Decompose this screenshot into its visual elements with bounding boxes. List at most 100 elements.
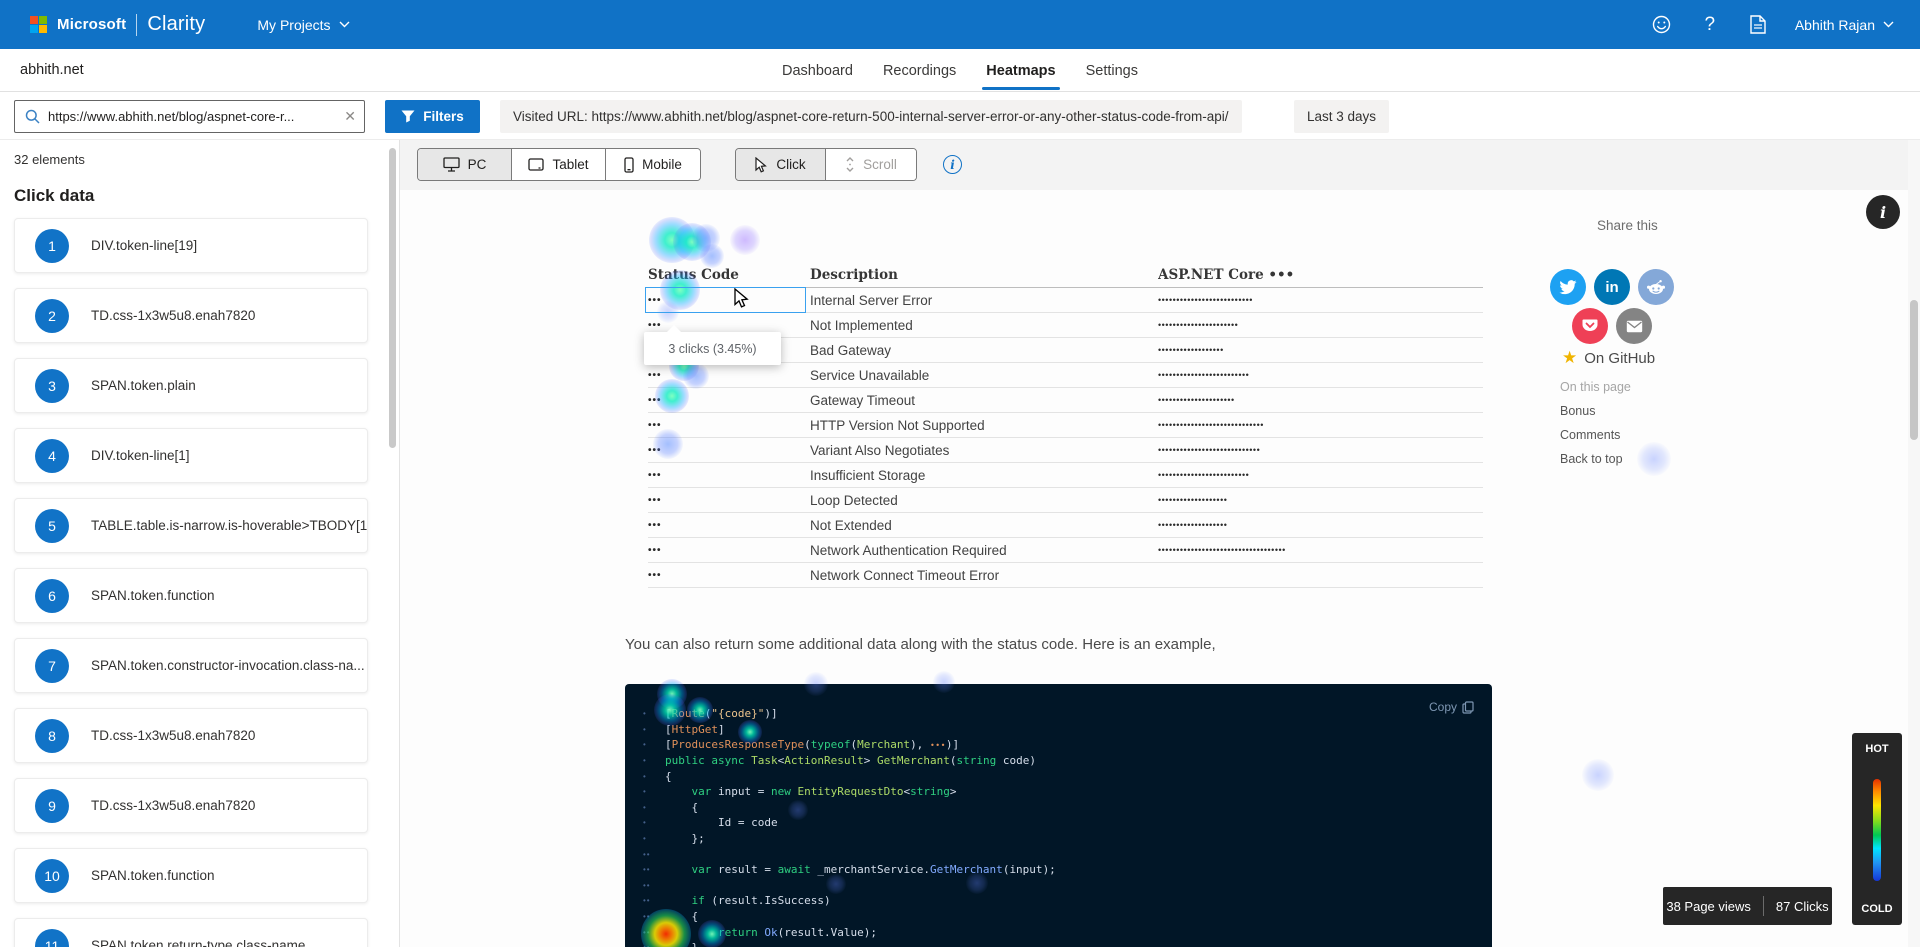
element-list-item[interactable]: 3SPAN.token.plain — [14, 358, 368, 413]
table-row[interactable]: •••Variant Also Negotiates••••••••••••••… — [648, 438, 1483, 463]
sidebar-scrollbar[interactable] — [389, 148, 396, 448]
tab-heatmaps[interactable]: Heatmaps — [986, 49, 1055, 92]
code-line: •• — [639, 846, 1472, 862]
toc-link[interactable]: Bonus — [1560, 404, 1631, 418]
element-list-item[interactable]: 4 DIV.token-line[1] — [14, 428, 368, 483]
code-line: • Id = code — [639, 815, 1472, 831]
page-scrollbar-thumb[interactable] — [1910, 300, 1918, 440]
rank-badge: 9 — [35, 789, 69, 823]
tab-dashboard[interactable]: Dashboard — [782, 49, 853, 92]
feedback-smiley-icon[interactable] — [1651, 14, 1673, 36]
element-list-item[interactable]: 7SPAN.token.constructor-invocation.class… — [14, 638, 368, 693]
table-row[interactable]: •••Loop Detected••••••••••••••••••• — [648, 488, 1483, 513]
tab-settings[interactable]: Settings — [1086, 49, 1138, 92]
user-account-menu[interactable]: Abhith Rajan — [1795, 17, 1894, 33]
table-row[interactable]: •••HTTP Version Not Supported•••••••••••… — [648, 413, 1483, 438]
toc-link[interactable]: Back to top — [1560, 452, 1631, 466]
device-pc-label: PC — [468, 157, 487, 172]
toc-link[interactable]: Comments — [1560, 428, 1631, 442]
masked-line-number: • — [639, 756, 665, 765]
code-line: •[HttpGet] — [639, 722, 1472, 738]
help-icon[interactable]: ? — [1699, 14, 1721, 36]
elements-count: 32 elements — [14, 152, 85, 167]
masked-line-number: • — [639, 834, 665, 843]
click-data-list: 1DIV.token-line[19] 2TD.css-1x3w5u8.enah7… — [14, 218, 368, 947]
twitter-share-icon[interactable] — [1550, 269, 1586, 305]
element-list-item[interactable]: 8TD.css-1x3w5u8.enah7820 — [14, 708, 368, 763]
element-list-item[interactable]: 11SPAN.token.return-type.class-name... — [14, 918, 368, 947]
device-tablet-label: Tablet — [552, 157, 588, 172]
url-search-box[interactable]: ✕ — [14, 100, 365, 133]
code-line: •[Route("{code}")] — [639, 706, 1472, 722]
masked-line-number: • — [639, 725, 665, 734]
tab-recordings[interactable]: Recordings — [883, 49, 956, 92]
info-icon[interactable]: i — [943, 155, 962, 174]
clipboard-icon — [1462, 701, 1474, 714]
filters-label: Filters — [423, 109, 464, 124]
element-list-item[interactable]: 1DIV.token-line[19] — [14, 218, 368, 273]
url-search-input[interactable] — [48, 109, 336, 124]
filters-button[interactable]: Filters — [385, 100, 480, 133]
element-list-item[interactable]: 5TABLE.table.is-narrow.is-hoverable>TBOD… — [14, 498, 368, 553]
masked-aspnet-value: ••••••••••••••••••• — [1158, 495, 1483, 505]
element-list-item[interactable]: 2TD.css-1x3w5u8.enah7820 — [14, 288, 368, 343]
table-row[interactable]: •••Gateway Timeout••••••••••••••••••••• — [648, 388, 1483, 413]
table-row[interactable]: •••Network Authentication Required••••••… — [648, 538, 1483, 563]
masked-status-code: ••• — [648, 570, 810, 581]
element-selector-label: SPAN.token.plain — [91, 378, 196, 393]
code-line: •[ProducesResponseType(typeof(Merchant),… — [639, 737, 1472, 753]
status-description: Not Implemented — [810, 318, 1158, 333]
masked-line-number: • — [639, 740, 665, 749]
overlay-info-button[interactable]: i — [1866, 195, 1900, 229]
device-mobile-label: Mobile — [642, 157, 682, 172]
element-list-item[interactable]: 10SPAN.token.function — [14, 848, 368, 903]
selected-element-outline — [645, 287, 806, 313]
share-icons-row-1: in — [1550, 269, 1674, 305]
toc-link[interactable]: On this page — [1560, 380, 1631, 394]
table-row[interactable]: •••Service Unavailable••••••••••••••••••… — [648, 363, 1483, 388]
my-projects-menu[interactable]: My Projects — [257, 17, 349, 33]
copy-code-button[interactable]: Copy — [1429, 700, 1474, 714]
visited-url-filter-chip[interactable]: Visited URL: https://www.abhith.net/blog… — [500, 100, 1242, 133]
main-tabs: Dashboard Recordings Heatmaps Settings — [782, 49, 1138, 92]
rank-badge: 4 — [35, 439, 69, 473]
status-description: Service Unavailable — [810, 368, 1158, 383]
masked-aspnet-value: ••••••••••••••••••• — [1158, 520, 1483, 530]
microsoft-logo-icon — [30, 16, 47, 33]
rank-badge: 11 — [35, 929, 69, 947]
date-range-chip[interactable]: Last 3 days — [1294, 100, 1389, 133]
on-github-link[interactable]: ★ On GitHub — [1562, 348, 1655, 368]
mode-click-label: Click — [776, 157, 805, 172]
element-selector-label: SPAN.token.constructor-invocation.class-… — [91, 658, 365, 673]
star-icon: ★ — [1562, 348, 1577, 368]
code-line: •• if (result.IsSuccess) — [639, 893, 1472, 909]
device-mobile-button[interactable]: Mobile — [606, 149, 700, 180]
clear-search-icon[interactable]: ✕ — [344, 108, 356, 125]
page-scrollbar[interactable] — [1908, 140, 1920, 947]
masked-aspnet-value: •••••••••••••••••••••••••••• — [1158, 445, 1483, 455]
device-toggle-group: PC Tablet Mobile — [417, 148, 701, 181]
code-block: Copy •[Route("{code}")]•[HttpGet]•[Produ… — [625, 684, 1492, 947]
device-tablet-button[interactable]: Tablet — [512, 149, 606, 180]
email-share-icon[interactable] — [1616, 308, 1652, 344]
brand-microsoft: Microsoft — [57, 16, 126, 33]
linkedin-share-icon[interactable]: in — [1594, 269, 1630, 305]
table-row[interactable]: •••Insufficient Storage•••••••••••••••••… — [648, 463, 1483, 488]
docs-icon[interactable] — [1747, 14, 1769, 36]
col-status-code: Status Code — [648, 267, 810, 283]
element-list-item[interactable]: 9TD.css-1x3w5u8.enah7820 — [14, 778, 368, 833]
reddit-share-icon[interactable] — [1638, 269, 1674, 305]
tablet-icon — [528, 158, 544, 171]
element-list-item[interactable]: 6SPAN.token.function — [14, 568, 368, 623]
table-row[interactable]: •••Network Connect Timeout Error — [648, 563, 1483, 588]
element-selector-label: SPAN.token.function — [91, 588, 215, 603]
pocket-share-icon[interactable] — [1572, 308, 1608, 344]
date-range-text: Last 3 days — [1307, 109, 1376, 124]
table-row[interactable]: •••Not Extended••••••••••••••••••• — [648, 513, 1483, 538]
element-selector-label: TD.css-1x3w5u8.enah7820 — [91, 728, 255, 743]
mode-scroll-button[interactable]: Scroll — [826, 149, 916, 180]
mode-click-button[interactable]: Click — [736, 149, 826, 180]
device-pc-button[interactable]: PC — [418, 149, 512, 180]
element-selector-label: DIV.token-line[1] — [91, 448, 190, 463]
search-icon — [25, 109, 40, 124]
